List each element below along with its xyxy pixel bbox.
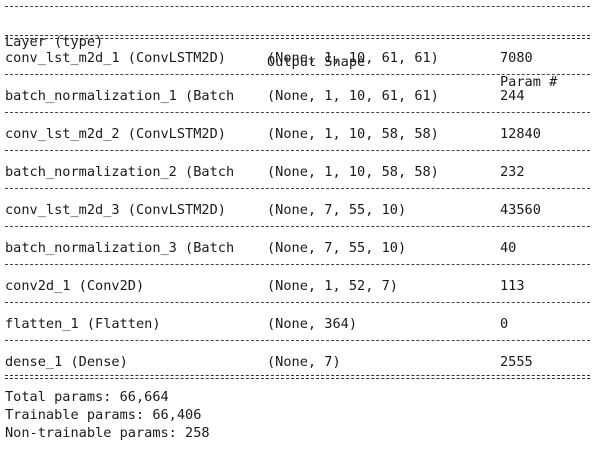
layer-name: flatten_1 (Flatten)	[5, 316, 161, 332]
param-count: 40	[500, 240, 517, 256]
layer-table: conv_lst_m2d_1 (ConvLSTM2D) (None, 1, 10,…	[5, 48, 590, 372]
layer-name: conv_lst_m2d_2 (ConvLSTM2D)	[5, 126, 226, 142]
total-params: Total params: 66,664	[5, 389, 169, 405]
table-row: conv_lst_m2d_2 (ConvLSTM2D) (None, 1, 10,…	[5, 124, 590, 144]
non-trainable-params: Non-trainable params: 258	[5, 425, 210, 441]
param-count: 7080	[500, 50, 533, 66]
totals-block: Total params: 66,664 Trainable params: 6…	[5, 388, 590, 442]
layer-name: conv_lst_m2d_1 (ConvLSTM2D)	[5, 50, 226, 66]
row-divider	[5, 182, 590, 200]
layer-name: batch_normalization_3 (Batch	[5, 240, 235, 256]
table-row: dense_1 (Dense) (None, 7) 2555	[5, 352, 590, 372]
table-row: batch_normalization_3 (Batch (None, 7, 55…	[5, 238, 590, 258]
row-divider	[5, 258, 590, 276]
row-divider	[5, 220, 590, 238]
param-count: 232	[500, 164, 525, 180]
table-row: conv_lst_m2d_3 (ConvLSTM2D) (None, 7, 55,…	[5, 200, 590, 220]
row-divider	[5, 106, 590, 124]
row-divider	[5, 68, 590, 86]
totals-divider	[5, 372, 590, 382]
table-row: conv2d_1 (Conv2D) (None, 1, 52, 7) 113	[5, 276, 590, 296]
param-count: 244	[500, 88, 525, 104]
header-row: Layer (type) Output Shape Param #	[5, 12, 590, 90]
header-divider	[5, 32, 590, 42]
output-shape: (None, 7, 55, 10)	[267, 240, 407, 256]
param-count: 2555	[500, 354, 533, 370]
layer-name: conv_lst_m2d_3 (ConvLSTM2D)	[5, 202, 226, 218]
trainable-params: Trainable params: 66,406	[5, 407, 202, 423]
param-count: 0	[500, 316, 509, 332]
output-shape: (None, 1, 10, 58, 58)	[267, 164, 439, 180]
layer-name: batch_normalization_1 (Batch	[5, 88, 235, 104]
layer-name: dense_1 (Dense)	[5, 354, 128, 370]
row-divider	[5, 296, 590, 314]
row-divider	[5, 334, 590, 352]
param-count: 12840	[500, 126, 541, 142]
table-row: flatten_1 (Flatten) (None, 364) 0	[5, 314, 590, 334]
layer-name: batch_normalization_2 (Batch	[5, 164, 235, 180]
table-row: batch_normalization_2 (Batch (None, 1, 10…	[5, 162, 590, 182]
output-shape: (None, 1, 10, 61, 61)	[267, 50, 439, 66]
table-row: conv_lst_m2d_1 (ConvLSTM2D) (None, 1, 10,…	[5, 48, 590, 68]
param-count: 113	[500, 278, 525, 294]
param-count: 43560	[500, 202, 541, 218]
output-shape: (None, 364)	[267, 316, 358, 332]
output-shape: (None, 1, 10, 61, 61)	[267, 88, 439, 104]
output-shape: (None, 1, 52, 7)	[267, 278, 398, 294]
output-shape: (None, 1, 10, 58, 58)	[267, 126, 439, 142]
row-divider	[5, 144, 590, 162]
top-divider	[5, 0, 590, 12]
output-shape: (None, 7, 55, 10)	[267, 202, 407, 218]
table-row: batch_normalization_1 (Batch (None, 1, 10…	[5, 86, 590, 106]
output-shape: (None, 7)	[267, 354, 341, 370]
layer-name: conv2d_1 (Conv2D)	[5, 278, 145, 294]
model-summary: Layer (type) Output Shape Param # conv_l…	[5, 0, 590, 442]
